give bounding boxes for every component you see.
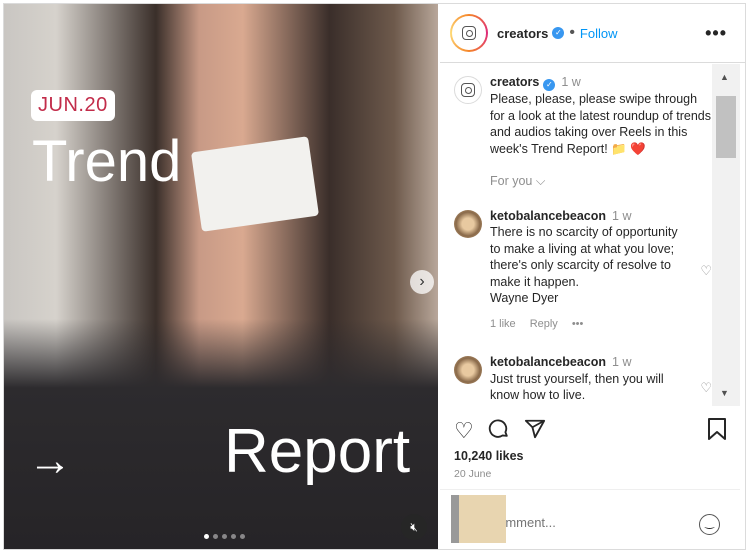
slide-dot <box>231 534 236 539</box>
scroll-up-icon[interactable]: ▲ <box>720 72 729 82</box>
scrollbar-thumb[interactable] <box>716 96 736 158</box>
comment-username[interactable]: ketobalancebeacon <box>490 355 606 369</box>
comment-filter-dropdown[interactable]: For you ⌵ <box>490 173 712 190</box>
comment-text: Just trust yourself, then you will know … <box>490 371 664 403</box>
verified-icon: ✓ <box>543 79 556 91</box>
muted-speaker-icon: 🔇︎ <box>410 520 418 534</box>
comment-text: There is no scarcity of opportunity to m… <box>490 225 678 305</box>
reply-button[interactable]: Reply <box>530 316 558 333</box>
bookmark-icon[interactable] <box>707 418 727 446</box>
avatar[interactable] <box>450 14 488 52</box>
post-date: 20 June <box>454 468 492 480</box>
comment-time: 1 w <box>612 208 632 223</box>
like-count[interactable]: 10,240 likes <box>454 449 524 463</box>
instagram-logo-icon <box>462 26 476 40</box>
slide-dot <box>240 534 245 539</box>
slide-dot <box>204 534 209 539</box>
caption-username[interactable]: creators <box>490 75 539 89</box>
avatar[interactable] <box>454 356 482 384</box>
obscuring-overlay <box>451 495 506 543</box>
more-options-button[interactable]: ••• <box>705 23 727 44</box>
post-actions: ♡ <box>454 418 727 446</box>
follow-button[interactable]: Follow <box>580 26 618 41</box>
comments-list: creators ✓ 1 w Please, please, please swip… <box>440 64 712 406</box>
slide-dot <box>213 534 218 539</box>
media-title-top: Trend <box>32 129 182 194</box>
instagram-logo-icon <box>461 83 475 97</box>
comment-username[interactable]: ketobalancebeacon <box>490 209 606 223</box>
post-header: creators ✓ • Follow ••• <box>440 4 745 63</box>
like-comment-icon[interactable]: ♡ <box>700 263 712 280</box>
username-link[interactable]: creators <box>497 26 548 41</box>
slide-indicator <box>204 534 245 539</box>
add-comment-bar: ‿ <box>440 489 740 549</box>
slide-dot <box>222 534 227 539</box>
comment-more-button[interactable]: ••• <box>572 316 584 333</box>
comments-scrollbar[interactable]: ▲ ▼ <box>712 64 740 406</box>
emoji-icon[interactable]: ‿ <box>699 514 720 535</box>
avatar[interactable] <box>454 209 482 238</box>
caption-text: Please, please, please swipe through for… <box>490 92 711 156</box>
mute-button[interactable]: 🔇︎ <box>401 514 427 540</box>
like-comment-icon[interactable]: ♡ <box>700 380 712 397</box>
caption: creators ✓ 1 w Please, please, please swip… <box>440 74 712 190</box>
date-badge: JUN.20 <box>31 90 115 121</box>
separator: • <box>569 24 575 41</box>
verified-icon: ✓ <box>552 27 565 39</box>
avatar[interactable] <box>454 76 482 104</box>
comment-item: ketobalancebeacon 1 w ♡ Just trust yourse… <box>440 354 712 404</box>
comment-icon[interactable] <box>488 418 510 446</box>
comment-item: ketobalancebeacon 1 w ♡ There is no scarc… <box>440 208 712 333</box>
caption-time: 1 w <box>561 75 581 89</box>
post-media[interactable]: JUN.20 Trend → Report › 🔇︎ <box>4 4 438 549</box>
share-icon[interactable] <box>524 418 546 446</box>
media-tissue <box>191 136 319 232</box>
next-slide-button[interactable]: › <box>410 270 434 294</box>
comment-time: 1 w <box>612 355 632 369</box>
media-title-bottom: Report <box>224 417 411 486</box>
scroll-down-icon[interactable]: ▼ <box>720 388 729 398</box>
arrow-icon: → <box>28 436 72 485</box>
post-panel: creators ✓ • Follow ••• creators ✓ 1 w Ple… <box>440 4 745 549</box>
like-icon[interactable]: ♡ <box>454 418 474 446</box>
comment-likes[interactable]: 1 like <box>490 316 516 333</box>
